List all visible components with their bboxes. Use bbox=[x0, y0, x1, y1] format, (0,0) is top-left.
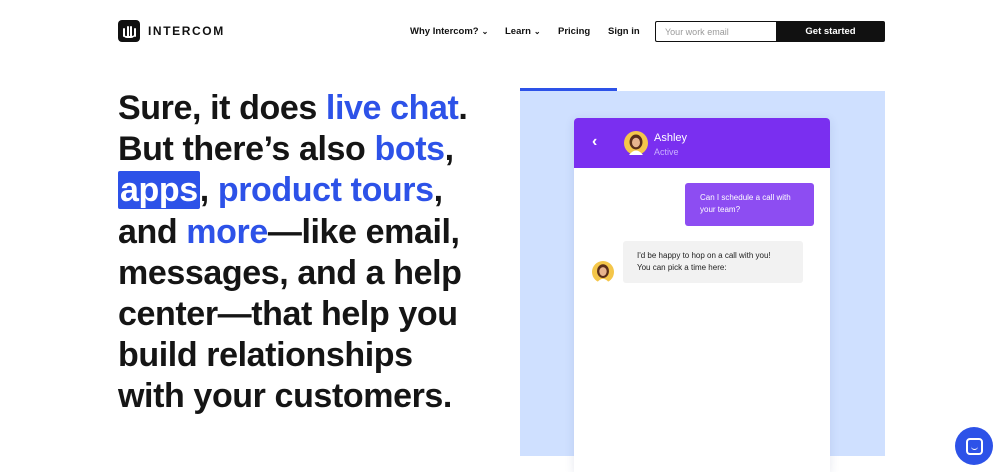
user-message-line: your team? bbox=[700, 205, 741, 214]
headline-link-bots[interactable]: bots bbox=[374, 130, 445, 168]
nav-learn-label: Learn bbox=[505, 26, 531, 37]
nav-pricing[interactable]: Pricing bbox=[558, 21, 590, 42]
logo-text: INTERCOM bbox=[148, 24, 225, 38]
messenger-launcher-button[interactable] bbox=[955, 427, 993, 465]
user-message-bubble: Can I schedule a call with your team? bbox=[685, 183, 814, 226]
headline-link-apps[interactable]: apps bbox=[118, 171, 200, 210]
agent-reply-avatar bbox=[592, 261, 614, 283]
nav-sign-in[interactable]: Sign in bbox=[608, 21, 640, 42]
headline-link-more[interactable]: more bbox=[186, 213, 268, 251]
intercom-logo-icon bbox=[118, 20, 140, 42]
get-started-button[interactable]: Get started bbox=[776, 21, 885, 42]
intercom-logo[interactable]: INTERCOM bbox=[118, 20, 225, 42]
chat-window: ‹ Ashley Active Can I schedule a call wi… bbox=[574, 118, 830, 472]
agent-avatar bbox=[624, 131, 648, 155]
agent-reply-bubble: I'd be happy to hop on a call with you! … bbox=[623, 241, 803, 283]
agent-status: Active bbox=[654, 147, 679, 157]
user-message-line: Can I schedule a call with bbox=[700, 193, 791, 202]
nav-learn[interactable]: Learn ⌄ bbox=[505, 21, 541, 42]
chevron-down-icon: ⌄ bbox=[533, 27, 541, 36]
messenger-icon bbox=[965, 437, 983, 455]
reply-line: I'd be happy to hop on a call with you! bbox=[637, 251, 771, 260]
nav-why-intercom-label: Why Intercom? bbox=[410, 26, 479, 37]
nav-pricing-label: Pricing bbox=[558, 26, 591, 37]
chat-header: ‹ Ashley Active bbox=[574, 118, 830, 168]
hero-headline: Sure, it does live chat. But there’s als… bbox=[118, 89, 468, 416]
headline-link-product-tours[interactable]: product tours bbox=[218, 171, 434, 209]
reply-line: You can pick a time here: bbox=[637, 263, 727, 272]
nav-why-intercom[interactable]: Why Intercom? ⌄ bbox=[410, 21, 488, 42]
nav-sign-in-label: Sign in bbox=[608, 26, 640, 37]
headline-link-live-chat[interactable]: live chat bbox=[326, 89, 459, 127]
agent-name: Ashley bbox=[654, 132, 688, 144]
chevron-down-icon: ⌄ bbox=[481, 27, 489, 36]
chevron-left-icon[interactable]: ‹ bbox=[592, 132, 597, 152]
work-email-input[interactable] bbox=[655, 21, 776, 42]
